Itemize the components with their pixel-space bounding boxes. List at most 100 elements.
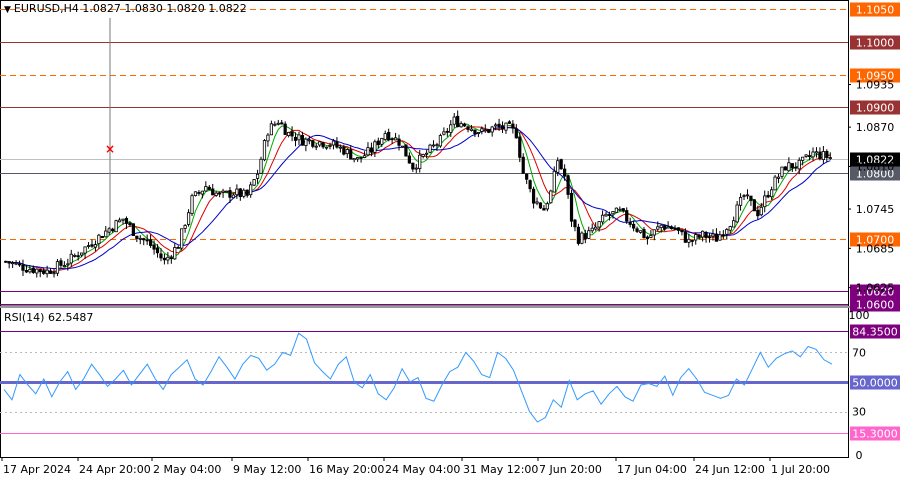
candle-body bbox=[738, 197, 743, 206]
candle bbox=[535, 197, 539, 206]
candle-body bbox=[521, 156, 525, 174]
candle-body bbox=[569, 192, 574, 222]
time-tick-label: 9 May 12:00 bbox=[233, 463, 301, 476]
candle bbox=[345, 148, 349, 158]
candle-body bbox=[773, 176, 777, 191]
candle-body bbox=[314, 145, 318, 148]
candle bbox=[500, 121, 505, 134]
candle bbox=[283, 121, 287, 135]
candle bbox=[735, 201, 739, 224]
candle bbox=[821, 146, 825, 165]
candle-body bbox=[580, 232, 584, 244]
candle-body bbox=[787, 162, 791, 172]
candle-body bbox=[531, 188, 536, 204]
candle-body bbox=[611, 211, 615, 215]
candle-body bbox=[497, 123, 501, 128]
candle-body bbox=[324, 146, 329, 149]
candle bbox=[404, 144, 408, 157]
candle-body bbox=[421, 154, 425, 157]
ma-fast-line bbox=[5, 123, 831, 273]
candle bbox=[397, 134, 401, 151]
candle bbox=[221, 188, 225, 198]
candle bbox=[666, 221, 670, 229]
candle-body bbox=[321, 142, 325, 148]
rsi-tick-label: 100 bbox=[849, 309, 870, 322]
candle bbox=[262, 139, 267, 162]
candle bbox=[466, 125, 470, 133]
candle bbox=[676, 227, 681, 235]
candle bbox=[318, 141, 322, 148]
moving-averages bbox=[5, 123, 831, 273]
candle-body bbox=[828, 157, 832, 159]
candle-body bbox=[680, 229, 684, 233]
candle-body bbox=[445, 130, 449, 133]
candle bbox=[273, 121, 277, 127]
candle-body bbox=[600, 214, 605, 223]
candle-body bbox=[335, 141, 339, 148]
candle bbox=[573, 218, 577, 232]
chart-canvas[interactable]: × 1.10501.10001.09501.09001.08001.07001.… bbox=[0, 0, 900, 480]
candle bbox=[745, 189, 750, 200]
candle-body bbox=[528, 180, 532, 190]
candle-body bbox=[466, 126, 470, 130]
candle bbox=[625, 207, 629, 224]
trading-chart[interactable]: × 1.1050 1.1000 1.0950 1.0900 1.0800 1.0700 1.… bbox=[0, 0, 900, 480]
candle bbox=[86, 242, 91, 249]
candle-body bbox=[635, 228, 639, 232]
candle-body bbox=[390, 138, 394, 141]
candle-body bbox=[7, 261, 11, 264]
candle-body bbox=[266, 134, 270, 142]
candle bbox=[766, 190, 770, 199]
candle-body bbox=[345, 149, 349, 155]
candle bbox=[366, 142, 370, 157]
candle-body bbox=[518, 136, 522, 158]
candle-body bbox=[763, 195, 767, 208]
candle-body bbox=[721, 234, 725, 237]
candle bbox=[373, 139, 377, 158]
candle bbox=[780, 166, 784, 180]
time-tick-label: 24 Apr 20:00 bbox=[79, 463, 151, 476]
candle-body bbox=[42, 270, 46, 274]
candle-body bbox=[380, 138, 384, 145]
candle bbox=[531, 186, 536, 209]
candle bbox=[300, 131, 305, 146]
candle-body bbox=[269, 123, 273, 136]
candle-body bbox=[204, 186, 208, 192]
candle-body bbox=[128, 222, 132, 226]
candle-body bbox=[193, 191, 198, 196]
candle bbox=[114, 219, 118, 233]
candle bbox=[69, 249, 73, 267]
candle-body bbox=[35, 268, 39, 274]
candle bbox=[28, 265, 32, 274]
candle bbox=[166, 252, 170, 265]
candle-body bbox=[590, 227, 594, 232]
candles bbox=[4, 110, 832, 278]
candle-body bbox=[566, 175, 570, 195]
candle bbox=[590, 223, 594, 234]
candle bbox=[442, 127, 446, 136]
candle bbox=[211, 183, 215, 196]
candle bbox=[393, 132, 398, 141]
candle bbox=[618, 206, 622, 212]
candle-body bbox=[283, 123, 287, 135]
candle bbox=[635, 226, 639, 233]
candle-body bbox=[476, 132, 480, 134]
candle bbox=[266, 133, 270, 147]
candle bbox=[521, 153, 525, 174]
candle-body bbox=[159, 253, 163, 259]
candle-body bbox=[666, 226, 670, 229]
candle-body bbox=[607, 214, 612, 216]
candle-body bbox=[197, 192, 201, 194]
candle-body bbox=[704, 232, 708, 239]
candle bbox=[335, 137, 339, 149]
candle bbox=[504, 122, 508, 134]
candle-body bbox=[483, 129, 487, 132]
candle bbox=[190, 193, 194, 217]
candle bbox=[104, 226, 108, 238]
candle-body bbox=[656, 226, 660, 230]
candle-body bbox=[366, 147, 370, 156]
candle bbox=[376, 137, 380, 149]
collapse-arrow-icon[interactable]: ▼ bbox=[4, 5, 11, 15]
candle-body bbox=[114, 220, 118, 233]
candle-body bbox=[818, 151, 822, 160]
